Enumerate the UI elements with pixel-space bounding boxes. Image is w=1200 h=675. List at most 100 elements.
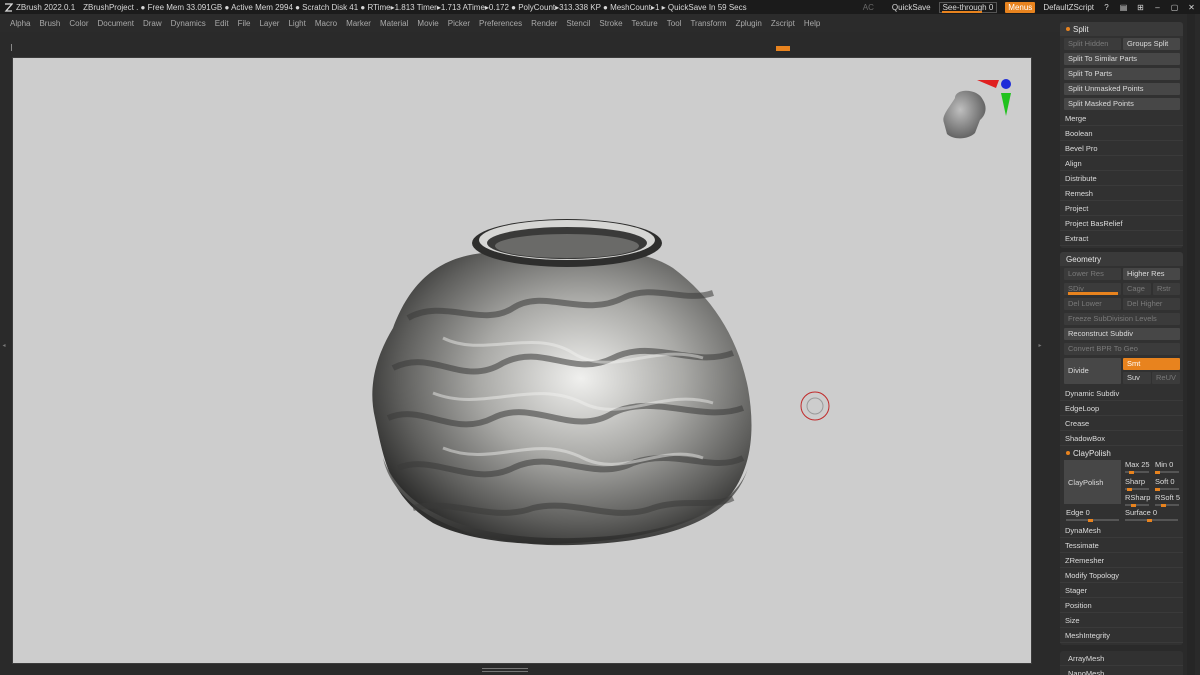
menu-preferences[interactable]: Preferences — [479, 19, 522, 28]
dynamic-subdiv-item[interactable]: Dynamic Subdiv — [1060, 386, 1183, 401]
menu-zscript[interactable]: Zscript — [771, 19, 795, 28]
menu-file[interactable]: File — [238, 19, 251, 28]
cage-button[interactable]: Cage — [1123, 282, 1151, 295]
layout-icon[interactable]: ▤ — [1119, 3, 1128, 12]
rstr-button[interactable]: Rstr — [1153, 282, 1180, 295]
edge-slider[interactable]: Edge 0 — [1064, 508, 1121, 522]
sdiv-slider[interactable]: SDiv — [1064, 282, 1121, 295]
split-hidden-button[interactable]: Split Hidden — [1064, 37, 1121, 50]
right-tray-handle[interactable]: ▸ — [1037, 300, 1043, 390]
menu-texture[interactable]: Texture — [632, 19, 658, 28]
size-item[interactable]: Size — [1060, 613, 1183, 628]
help-icon[interactable]: ? — [1102, 3, 1111, 12]
menu-light[interactable]: Light — [288, 19, 305, 28]
ac-toggle[interactable]: AC — [863, 3, 874, 12]
canvas-viewport[interactable] — [12, 57, 1032, 664]
menu-macro[interactable]: Macro — [315, 19, 337, 28]
restore-icon[interactable]: ▢ — [1170, 3, 1179, 12]
tessimate-item[interactable]: Tessimate — [1060, 538, 1183, 553]
del-lower-button[interactable]: Del Lower — [1064, 297, 1121, 310]
claypolish-header[interactable]: ClayPolish — [1060, 446, 1183, 460]
stager-item[interactable]: Stager — [1060, 583, 1183, 598]
arraymesh-item[interactable]: ArrayMesh — [1060, 651, 1183, 666]
claypolish-button[interactable]: ClayPolish — [1064, 460, 1121, 504]
meshintegrity-item[interactable]: MeshIntegrity — [1060, 628, 1183, 643]
position-item[interactable]: Position — [1060, 598, 1183, 613]
left-tray-handle[interactable]: ◂ — [1, 300, 7, 390]
default-zscript-button[interactable]: DefaultZScript — [1043, 3, 1094, 12]
convert-bpr-button[interactable]: Convert BPR To Geo — [1064, 342, 1180, 355]
max-slider[interactable]: Max 25 — [1123, 460, 1151, 474]
soft-slider[interactable]: Soft 0 — [1153, 477, 1181, 491]
freeze-subdiv-button[interactable]: Freeze SubDivision Levels — [1064, 312, 1180, 325]
bottom-tray-handle[interactable] — [482, 668, 528, 672]
menu-transform[interactable]: Transform — [690, 19, 726, 28]
sharp-slider[interactable]: Sharp — [1123, 477, 1151, 491]
menu-edit[interactable]: Edit — [215, 19, 229, 28]
menu-layer[interactable]: Layer — [259, 19, 279, 28]
reuv-toggle[interactable]: ReUV — [1152, 372, 1180, 384]
lower-res-button[interactable]: Lower Res — [1064, 267, 1121, 280]
smt-toggle[interactable]: Smt — [1123, 358, 1180, 370]
quicksave-button[interactable]: QuickSave — [892, 3, 931, 12]
menu-render[interactable]: Render — [531, 19, 557, 28]
menu-alpha[interactable]: Alpha — [10, 19, 30, 28]
distribute-item[interactable]: Distribute — [1060, 171, 1183, 186]
modify-topology-item[interactable]: Modify Topology — [1060, 568, 1183, 583]
menu-brush[interactable]: Brush — [39, 19, 60, 28]
navigation-head-icon[interactable] — [943, 79, 1011, 139]
del-higher-button[interactable]: Del Higher — [1123, 297, 1180, 310]
zremesher-item[interactable]: ZRemesher — [1060, 553, 1183, 568]
crease-item[interactable]: Crease — [1060, 416, 1183, 431]
menus-toggle[interactable]: Menus — [1005, 1, 1036, 13]
menu-stencil[interactable]: Stencil — [566, 19, 590, 28]
edgeloop-item[interactable]: EdgeLoop — [1060, 401, 1183, 416]
menu-color[interactable]: Color — [69, 19, 88, 28]
minimize-icon[interactable]: – — [1153, 3, 1162, 12]
shelf-orange-indicator[interactable] — [776, 46, 790, 51]
suv-toggle[interactable]: Suv — [1123, 372, 1151, 384]
menu-stroke[interactable]: Stroke — [599, 19, 622, 28]
higher-res-button[interactable]: Higher Res — [1123, 267, 1180, 280]
groups-split-button[interactable]: Groups Split — [1123, 37, 1180, 50]
align-item[interactable]: Align — [1060, 156, 1183, 171]
surface-slider[interactable]: Surface 0 — [1123, 508, 1180, 522]
split-masked-button[interactable]: Split Masked Points — [1064, 97, 1180, 110]
split-header[interactable]: Split — [1060, 22, 1183, 36]
reconstruct-subdiv-button[interactable]: Reconstruct Subdiv — [1064, 327, 1180, 340]
bevel-pro-item[interactable]: Bevel Pro — [1060, 141, 1183, 156]
split-unmasked-button[interactable]: Split Unmasked Points — [1064, 82, 1180, 95]
dynamesh-item[interactable]: DynaMesh — [1060, 523, 1183, 538]
menu-material[interactable]: Material — [380, 19, 408, 28]
menu-help[interactable]: Help — [804, 19, 820, 28]
menu-draw[interactable]: Draw — [143, 19, 162, 28]
split-parts-button[interactable]: Split To Parts — [1064, 67, 1180, 80]
remesh-item[interactable]: Remesh — [1060, 186, 1183, 201]
rsoft-slider[interactable]: RSoft 5 — [1153, 493, 1181, 508]
interface-icon[interactable]: ⊞ — [1136, 3, 1145, 12]
menu-dynamics[interactable]: Dynamics — [171, 19, 206, 28]
divide-button[interactable]: Divide — [1064, 358, 1121, 384]
project-item[interactable]: Project — [1060, 201, 1183, 216]
vase-model[interactable] — [372, 219, 752, 546]
menu-zplugin[interactable]: Zplugin — [736, 19, 762, 28]
nanomesh-item[interactable]: NanoMesh — [1060, 666, 1183, 675]
merge-item[interactable]: Merge — [1060, 111, 1183, 126]
rsharp-slider[interactable]: RSharp — [1123, 493, 1151, 508]
shadowbox-item[interactable]: ShadowBox — [1060, 431, 1183, 446]
menu-picker[interactable]: Picker — [448, 19, 470, 28]
geometry-header[interactable]: Geometry — [1060, 252, 1183, 266]
close-icon[interactable]: ✕ — [1187, 3, 1196, 12]
menu-movie[interactable]: Movie — [417, 19, 438, 28]
see-through-slider[interactable]: See-through 0 — [938, 1, 998, 13]
extract-item[interactable]: Extract — [1060, 231, 1183, 246]
min-slider[interactable]: Min 0 — [1153, 460, 1181, 474]
boolean-item[interactable]: Boolean — [1060, 126, 1183, 141]
menu-document[interactable]: Document — [98, 19, 134, 28]
palette-scrollbar[interactable] — [1187, 14, 1195, 675]
menu-tool[interactable]: Tool — [667, 19, 682, 28]
menu-marker[interactable]: Marker — [346, 19, 371, 28]
titlebar-right: AC QuickSave See-through 0 Menus Default… — [858, 0, 1200, 14]
split-similar-button[interactable]: Split To Similar Parts — [1064, 52, 1180, 65]
project-basrelief-item[interactable]: Project BasRelief — [1060, 216, 1183, 231]
